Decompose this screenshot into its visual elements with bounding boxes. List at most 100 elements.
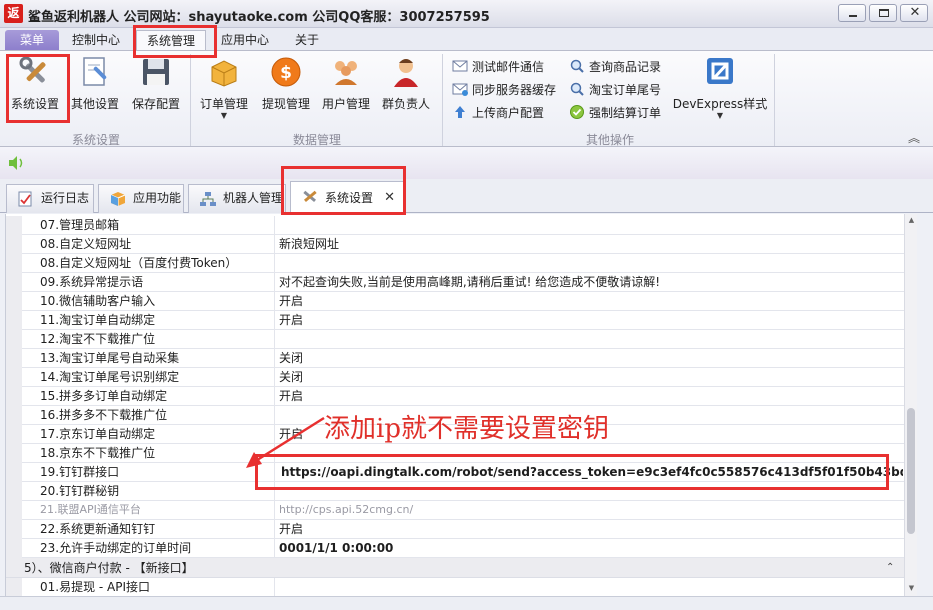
minimize-button[interactable] (838, 4, 866, 22)
force-settle-button[interactable]: 强制结算订单 (569, 104, 661, 122)
property-name: 12.淘宝不下载推广位 (40, 330, 275, 349)
mail-sync-icon (452, 83, 468, 96)
magnifier-icon (570, 59, 584, 73)
property-value[interactable]: http://cps.api.52cmg.cn/ (279, 501, 901, 520)
query-goods-label: 查询商品记录 (589, 60, 662, 74)
vertical-scrollbar[interactable]: ▲ ▼ (904, 214, 917, 596)
highlight-box-system-tab (133, 25, 217, 58)
scroll-up-icon[interactable]: ▲ (905, 216, 918, 224)
close-window-button[interactable]: ✕ (900, 4, 928, 22)
property-row[interactable]: 09.系统异常提示语 对不起查询失败,当前是使用高峰期,请稍后重试! 给您造成不便… (6, 273, 904, 292)
property-value[interactable]: 关闭 (279, 349, 901, 368)
tab-run-log-label: 运行日志 (41, 191, 90, 205)
force-settle-label: 强制结算订单 (589, 106, 662, 120)
order-management-button[interactable]: 订单管理 ▼ (196, 55, 252, 120)
property-value[interactable]: 开启 (279, 311, 901, 330)
property-value[interactable]: 新浪短网址 (279, 235, 901, 254)
property-value[interactable] (279, 330, 901, 349)
dollar-coin-icon: $ (271, 57, 301, 87)
property-name: 20.钉钉群秘钥 (40, 482, 275, 501)
property-row[interactable]: 13.淘宝订单尾号自动采集 关闭 (6, 349, 904, 368)
property-value[interactable]: 对不起查询失败,当前是使用高峰期,请稍后重试! 给您造成不便敬请谅解! (279, 273, 901, 292)
group-divider (442, 54, 443, 146)
upload-icon (455, 106, 465, 118)
taobao-order-tail-button[interactable]: 淘宝订单尾号 (569, 81, 661, 99)
mail-icon (452, 60, 468, 72)
tab-robot-management[interactable]: 机器人管理 (188, 184, 286, 213)
tab-robot-management-label: 机器人管理 (223, 191, 284, 205)
property-row[interactable]: 11.淘宝订单自动绑定 开启 (6, 311, 904, 330)
order-management-label: 订单管理 (199, 97, 248, 111)
group-label-data: 数据管理 (292, 133, 341, 147)
property-row[interactable]: 08.自定义短网址（百度付费Token） (6, 254, 904, 273)
scroll-down-icon[interactable]: ▼ (905, 584, 918, 592)
property-value[interactable] (279, 578, 901, 596)
test-mail-button[interactable]: 测试邮件通信 (452, 58, 544, 76)
close-icon: ✕ (909, 5, 921, 20)
property-value[interactable]: 0001/1/1 0:00:00 (279, 539, 901, 558)
tab-app-center[interactable]: 应用中心 (214, 30, 276, 50)
app-menu-button[interactable]: 菜单 (5, 30, 59, 50)
group-leader-label: 群负责人 (381, 97, 430, 111)
annotation-arrow-icon (246, 416, 325, 468)
users-icon (335, 61, 357, 85)
property-value[interactable]: 开启 (279, 520, 901, 539)
property-row[interactable]: 15.拼多多订单自动绑定 开启 (6, 387, 904, 406)
collapse-chevron-icon[interactable]: ⌃ (886, 558, 894, 578)
save-config-label: 保存配置 (131, 97, 180, 111)
property-value[interactable]: 关闭 (279, 368, 901, 387)
save-config-button[interactable]: 保存配置 (128, 55, 184, 112)
property-row[interactable]: 01.易提现 - API接口 (6, 578, 904, 596)
tab-run-log[interactable]: 运行日志 (6, 184, 94, 213)
property-value[interactable] (279, 216, 901, 235)
property-row[interactable]: 21.联盟API通信平台 http://cps.api.52cmg.cn/ (6, 501, 904, 520)
user-management-button[interactable]: 用户管理 (318, 55, 374, 112)
sync-cache-label: 同步服务器缓存 (472, 83, 557, 97)
tab-app-functions-label: 应用功能 (133, 191, 182, 205)
property-row[interactable]: 12.淘宝不下载推广位 (6, 330, 904, 349)
property-row[interactable]: 10.微信辅助客户输入 开启 (6, 292, 904, 311)
highlight-box-settings-tab (281, 166, 406, 215)
tab-control-center[interactable]: 控制中心 (64, 30, 128, 50)
property-name: 11.淘宝订单自动绑定 (40, 311, 275, 330)
scroll-thumb[interactable] (907, 408, 915, 534)
tab-about[interactable]: 关于 (284, 30, 330, 50)
tab-app-functions[interactable]: 应用功能 (98, 184, 184, 213)
other-settings-button[interactable]: 其他设置 (68, 55, 122, 112)
withdraw-management-button[interactable]: $ 提现管理 (258, 55, 314, 112)
document-wrench-icon (83, 57, 107, 86)
property-value[interactable] (279, 254, 901, 273)
network-icon (200, 192, 216, 206)
property-name: 14.淘宝订单尾号识别绑定 (40, 368, 275, 387)
status-strip (0, 596, 933, 610)
property-value[interactable]: 开启 (279, 387, 901, 406)
document-tab-bar: 运行日志 应用功能 机器人管理 系统设置 ✕ (0, 179, 933, 214)
notice-strip (0, 147, 933, 179)
property-value[interactable]: 开启 (279, 292, 901, 311)
maximize-icon (879, 9, 889, 17)
highlight-box-system-settings (6, 54, 70, 123)
group-divider (190, 54, 191, 146)
devexpress-style-button[interactable]: DevExpress样式 ▼ (672, 55, 768, 120)
collapse-ribbon-icon[interactable]: ︽ (908, 129, 920, 146)
maximize-button[interactable] (869, 4, 897, 22)
upload-merchant-button[interactable]: 上传商户配置 (452, 104, 544, 122)
property-name: 09.系统异常提示语 (40, 273, 275, 292)
title-bar: 返 鲨鱼返利机器人 公司网站：shayutaoke.com 公司QQ客服：300… (0, 0, 933, 28)
sync-cache-button[interactable]: 同步服务器缓存 (452, 81, 556, 99)
query-goods-button[interactable]: 查询商品记录 (569, 58, 661, 76)
property-row[interactable]: 23.允许手动绑定的订单时间 0001/1/1 0:00:00 (6, 539, 904, 558)
property-row[interactable]: 22.系统更新通知钉钉 开启 (6, 520, 904, 539)
devexpress-style-label: DevExpress样式 (672, 97, 768, 111)
property-row[interactable]: 08.自定义短网址 新浪短网址 (6, 235, 904, 254)
property-row[interactable]: 14.淘宝订单尾号识别绑定 关闭 (6, 368, 904, 387)
speaker-icon (9, 156, 23, 170)
group-leader-button[interactable]: 群负责人 (378, 55, 434, 112)
upload-merchant-label: 上传商户配置 (472, 106, 545, 120)
category-label: 5）、微信商户付款 - 【新接口】 (24, 561, 194, 575)
ribbon-panel: 系统设置 其他设置 保存配置 系统设置 订单管理 ▼ $ 提现管理 用户管理 群… (0, 50, 933, 147)
property-row[interactable]: 07.管理员邮箱 (6, 216, 904, 235)
dropdown-arrow-icon: ▼ (716, 111, 724, 120)
property-category[interactable]: 5）、微信商户付款 - 【新接口】 ⌃ (6, 558, 904, 578)
property-name: 23.允许手动绑定的订单时间 (40, 539, 275, 558)
